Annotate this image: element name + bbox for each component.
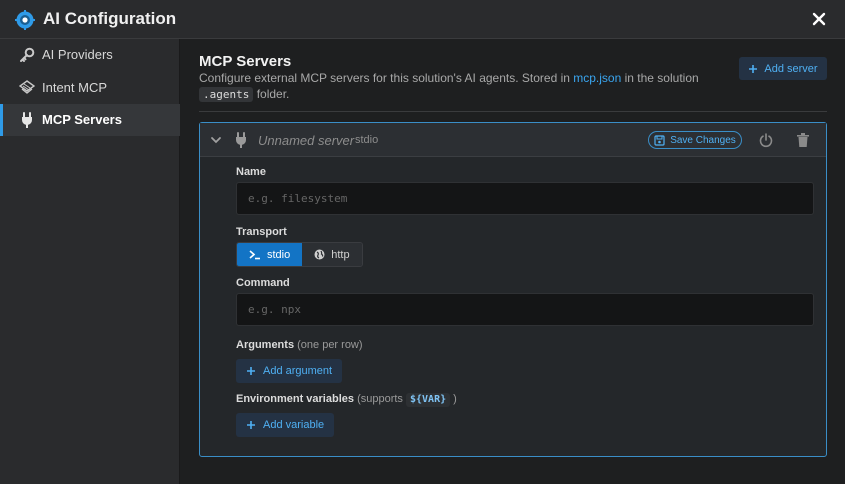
transport-option-http[interactable]: http	[302, 243, 362, 266]
env-vars-label-text: Environment variables	[236, 393, 354, 405]
page-title: MCP Servers	[199, 53, 292, 70]
server-name: Unnamed server	[258, 133, 355, 148]
transport-selector: stdio http	[236, 242, 363, 267]
add-server-button[interactable]: Add server	[739, 57, 827, 80]
power-icon[interactable]	[758, 132, 774, 148]
arguments-label-text: Arguments	[236, 339, 295, 351]
transport-label: Transport	[236, 226, 287, 238]
description-text: folder.	[253, 87, 290, 101]
plug-icon	[236, 132, 246, 148]
agents-folder-code: .agents	[199, 87, 254, 102]
sidebar-item-intent-mcp[interactable]: Intent MCP	[0, 72, 180, 104]
plus-icon	[749, 64, 758, 73]
command-input[interactable]	[236, 293, 814, 326]
name-label: Name	[236, 166, 266, 178]
transport-option-label: stdio	[267, 248, 291, 261]
description-text: Configure external MCP servers for this …	[199, 71, 574, 85]
add-server-label: Add server	[764, 62, 818, 75]
plug-icon	[22, 112, 32, 128]
page-description: Configure external MCP servers for this …	[199, 70, 739, 102]
sidebar-item-label: Intent MCP	[42, 80, 108, 95]
window-title: AI Configuration	[43, 9, 177, 28]
trash-icon[interactable]	[796, 132, 810, 148]
sidebar-item-ai-providers[interactable]: AI Providers	[0, 39, 180, 71]
globe-icon	[314, 249, 325, 260]
server-card-header[interactable]: Unnamed server stdio Save Changes	[200, 123, 826, 157]
server-card: Unnamed server stdio Save Changes Name e…	[199, 122, 827, 457]
sidebar: AI Providers Intent MCP MCP Servers	[0, 39, 180, 484]
plus-icon	[247, 367, 255, 375]
env-var-syntax-code: ${VAR}	[405, 393, 451, 407]
layers-icon	[19, 80, 35, 94]
transport-option-label: http	[331, 248, 350, 261]
env-vars-label: Environment variables (supports ${VAR} )	[236, 393, 457, 407]
add-argument-label: Add argument	[263, 365, 333, 377]
add-variable-label: Add variable	[263, 419, 325, 431]
arguments-hint: (one per row)	[297, 339, 363, 351]
env-vars-hint-suffix: )	[453, 393, 457, 405]
server-transport-type: stdio	[355, 134, 379, 146]
env-vars-hint-prefix: (supports	[357, 393, 406, 405]
gear-sparkle-icon	[15, 10, 35, 30]
plus-icon	[247, 421, 255, 429]
title-bar: AI Configuration	[0, 0, 845, 39]
main-panel: MCP Servers Configure external MCP serve…	[181, 39, 845, 484]
sidebar-item-label: AI Providers	[42, 47, 113, 62]
divider	[199, 111, 827, 112]
description-text: in the solution	[621, 71, 699, 85]
arguments-label: Arguments (one per row)	[236, 339, 363, 351]
save-icon	[654, 134, 665, 146]
transport-option-stdio[interactable]: stdio	[237, 243, 303, 266]
terminal-icon	[249, 250, 260, 260]
chevron-down-icon[interactable]	[210, 134, 222, 146]
add-argument-button[interactable]: Add argument	[236, 359, 343, 383]
command-label: Command	[236, 277, 290, 289]
add-variable-button[interactable]: Add variable	[236, 413, 335, 437]
sidebar-item-label: MCP Servers	[42, 112, 122, 127]
save-changes-button[interactable]: Save Changes	[648, 131, 742, 149]
close-icon[interactable]	[811, 9, 827, 29]
sidebar-item-mcp-servers[interactable]: MCP Servers	[0, 104, 180, 136]
mcp-json-link[interactable]: mcp.json	[573, 71, 621, 85]
save-changes-label: Save Changes	[670, 134, 736, 146]
key-icon	[20, 47, 35, 62]
name-input[interactable]	[236, 182, 814, 215]
